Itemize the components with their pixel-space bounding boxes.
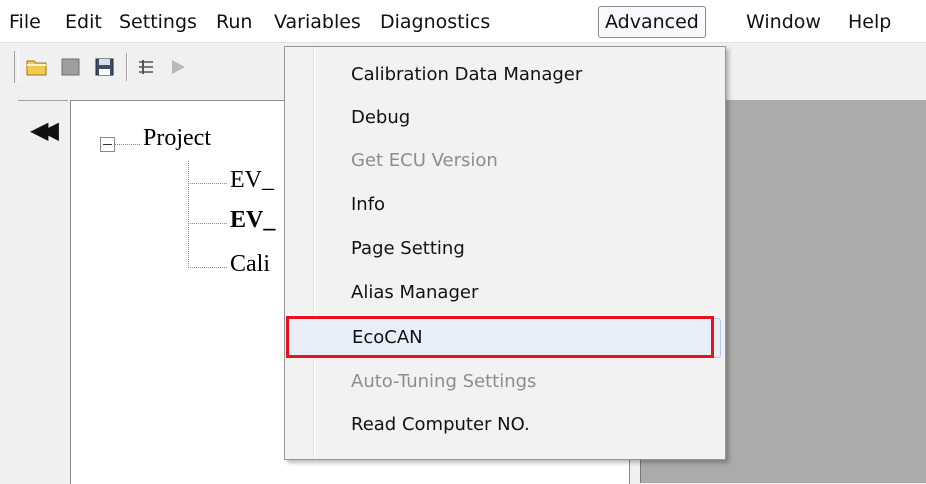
tree-node[interactable]: Cali — [230, 251, 270, 278]
menu-item-read-computer-no[interactable]: Read Computer NO. — [285, 405, 723, 445]
menu-help[interactable]: Help — [848, 6, 891, 38]
menu-window[interactable]: Window — [746, 6, 821, 38]
menu-run[interactable]: Run — [216, 6, 252, 38]
tree-root-project[interactable]: Project — [143, 125, 211, 152]
stop-icon[interactable] — [60, 57, 82, 77]
menu-item-info[interactable]: Info — [285, 185, 723, 225]
menu-item-get-ecu-version: Get ECU Version — [351, 150, 498, 171]
toolbar-grip[interactable] — [14, 51, 19, 83]
left-pane — [18, 100, 68, 484]
menu-item-calibration-data-manager[interactable]: Calibration Data Manager — [285, 55, 723, 95]
menu-item-page-setting[interactable]: Page Setting — [285, 229, 723, 269]
save-icon[interactable] — [94, 57, 116, 77]
menu-bar: File Edit Settings Run Variables Diagnos… — [0, 0, 926, 43]
advanced-dropdown-menu: Calibration Data Manager Debug Get ECU V… — [284, 46, 726, 460]
menu-variables[interactable]: Variables — [274, 6, 361, 38]
tree-node[interactable]: EV_ — [230, 207, 275, 234]
menu-item-alias-manager[interactable]: Alias Manager — [285, 273, 723, 313]
menu-diagnostics[interactable]: Diagnostics — [380, 6, 490, 38]
menu-settings[interactable]: Settings — [119, 6, 197, 38]
tree-node[interactable]: EV_ — [230, 167, 274, 194]
run-icon[interactable] — [168, 57, 190, 77]
toolbar-separator — [126, 53, 127, 81]
connect-icon[interactable] — [136, 57, 158, 77]
menu-edit[interactable]: Edit — [65, 6, 102, 38]
open-folder-icon[interactable] — [26, 57, 48, 77]
collapse-panel-icon[interactable]: ◀◀ — [30, 118, 59, 142]
menu-item-auto-tuning-settings: Auto-Tuning Settings — [351, 371, 537, 392]
menu-item-ecocan[interactable]: EcoCAN — [287, 318, 721, 358]
menu-advanced[interactable]: Advanced — [598, 6, 706, 38]
menu-file[interactable]: File — [9, 6, 41, 38]
menu-item-debug[interactable]: Debug — [285, 98, 723, 138]
